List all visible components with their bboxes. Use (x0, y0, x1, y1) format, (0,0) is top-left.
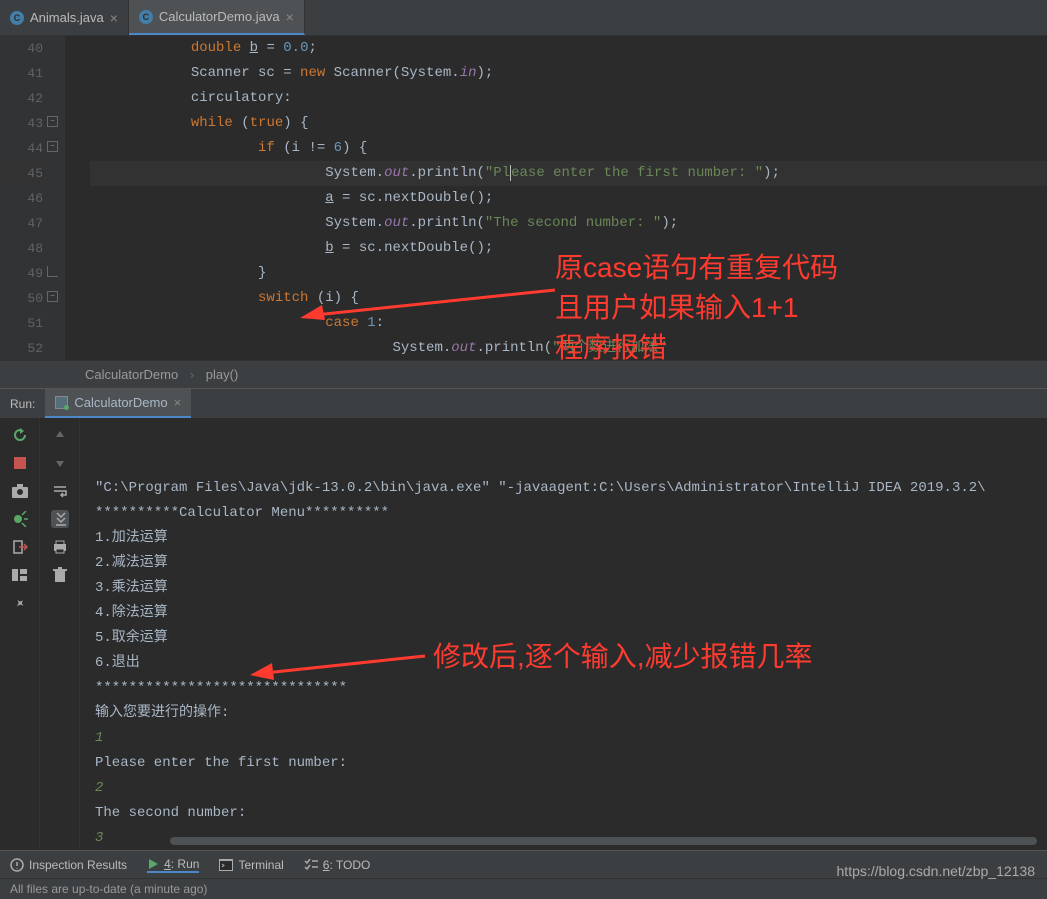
rerun-icon[interactable] (11, 426, 29, 444)
console-output[interactable]: "C:\Program Files\Java\jdk-13.0.2\bin\ja… (80, 418, 1047, 850)
run-toolbar-left (0, 418, 40, 850)
tab-run[interactable]: 4: Run (147, 857, 199, 873)
run-panel-header: Run: CalculatorDemo × (0, 388, 1047, 418)
print-icon[interactable] (51, 538, 69, 556)
status-text: All files are up-to-date (a minute ago) (10, 882, 207, 896)
tab-terminal[interactable]: Terminal (219, 858, 283, 872)
up-icon[interactable] (51, 426, 69, 444)
tab-inspection-results[interactable]: Inspection Results (10, 858, 127, 872)
todo-icon (304, 859, 318, 871)
code-area[interactable]: double b = 0.0; Scanner sc = new Scanner… (65, 36, 1047, 360)
run-toolbar-right (40, 418, 80, 850)
close-icon[interactable]: × (110, 10, 118, 26)
trash-icon[interactable] (51, 566, 69, 584)
chevron-right-icon: › (190, 367, 194, 382)
run-config-icon (55, 396, 68, 409)
breadcrumb: CalculatorDemo › play() (0, 360, 1047, 388)
tab-label: 4: Run (164, 857, 199, 871)
stop-icon[interactable] (11, 454, 29, 472)
tab-todo[interactable]: 6: TODO (304, 858, 371, 872)
pin-icon[interactable] (11, 594, 29, 612)
editor-tabs: C Animals.java × C CalculatorDemo.java × (0, 0, 1047, 36)
down-icon[interactable] (51, 454, 69, 472)
close-icon[interactable]: × (174, 395, 182, 410)
tab-label: Inspection Results (29, 858, 127, 872)
tab-label: CalculatorDemo.java (159, 9, 280, 24)
inspection-icon (10, 858, 24, 872)
exit-icon[interactable] (11, 538, 29, 556)
run-tab[interactable]: CalculatorDemo × (45, 389, 191, 418)
tab-calculatordemo[interactable]: C CalculatorDemo.java × (129, 0, 305, 35)
tab-label: Terminal (238, 858, 283, 872)
scrollbar-thumb[interactable] (170, 837, 1037, 845)
terminal-icon (219, 859, 233, 871)
line-gutter: 40414243−44−454647484950−5152 (0, 36, 65, 360)
run-label: Run: (0, 397, 45, 411)
close-icon[interactable]: × (286, 9, 294, 25)
camera-icon[interactable] (11, 482, 29, 500)
layout-icon[interactable] (11, 566, 29, 584)
watermark: https://blog.csdn.net/zbp_12138 (837, 863, 1035, 879)
play-icon (147, 858, 159, 870)
status-bar: All files are up-to-date (a minute ago) (0, 878, 1047, 899)
breadcrumb-class[interactable]: CalculatorDemo (85, 367, 178, 382)
run-tab-label: CalculatorDemo (74, 395, 167, 410)
java-icon: C (10, 11, 24, 25)
breadcrumb-method[interactable]: play() (206, 367, 239, 382)
tab-label: 6: TODO (323, 858, 371, 872)
scroll-to-end-icon[interactable] (51, 510, 69, 528)
tab-label: Animals.java (30, 10, 104, 25)
java-icon: C (139, 10, 153, 24)
run-panel-body: "C:\Program Files\Java\jdk-13.0.2\bin\ja… (0, 418, 1047, 850)
attach-debugger-icon[interactable] (11, 510, 29, 528)
code-editor[interactable]: 40414243−44−454647484950−5152 double b =… (0, 36, 1047, 360)
tab-animals[interactable]: C Animals.java × (0, 0, 129, 35)
soft-wrap-icon[interactable] (51, 482, 69, 500)
